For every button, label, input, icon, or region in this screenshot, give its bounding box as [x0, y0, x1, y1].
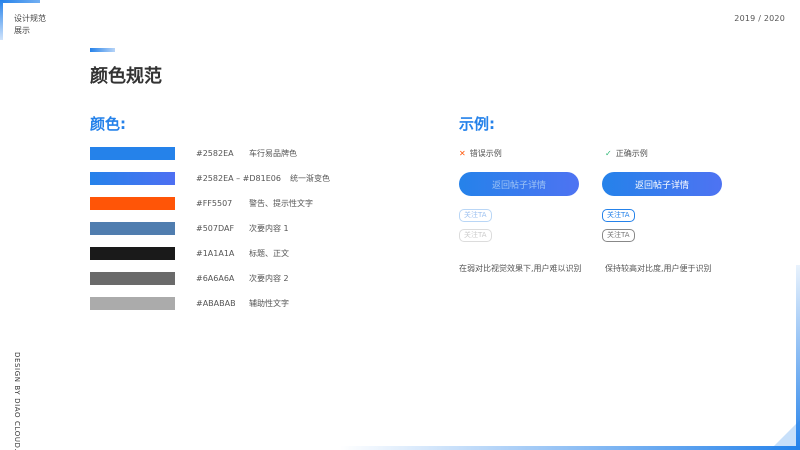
follow-tag-strong-blue[interactable]: 关注TA [602, 209, 635, 222]
wrong-example-note: 在弱对比视觉效果下,用户难以识别 [459, 264, 582, 273]
color-swatch [90, 297, 175, 310]
color-row: #6A6A6A 次要内容 2 [90, 272, 289, 285]
color-row: #2582EA 车行易品牌色 [90, 147, 297, 160]
header-year: 2019 / 2020 [734, 14, 785, 23]
color-swatch [90, 247, 175, 260]
back-to-post-button-strong[interactable]: 返回帖子详情 [602, 172, 722, 196]
color-swatch [90, 197, 175, 210]
header-title-line1: 设计规范 [14, 14, 46, 23]
color-hex: #FF5507 [196, 199, 233, 208]
corner-accent-top [0, 0, 40, 3]
color-hex: #507DAF [196, 224, 235, 233]
examples-section-title: 示例: [459, 115, 495, 133]
right-example-note: 保持较高对比度,用户便于识别 [605, 264, 712, 273]
colors-section-title: 颜色: [90, 115, 126, 133]
corner-accent-bottom [340, 446, 800, 450]
color-row: #ABABAB 辅助性文字 [90, 297, 289, 310]
corner-accent-right [796, 265, 800, 450]
color-hex: #ABABAB [196, 299, 236, 308]
color-hex: #6A6A6A [196, 274, 235, 283]
color-row: #FF5507 警告、提示性文字 [90, 197, 313, 210]
cross-icon: ✕ [459, 149, 466, 158]
corner-triangle [770, 420, 800, 450]
color-usage: 警告、提示性文字 [249, 199, 313, 208]
color-row: #1A1A1A 标题、正文 [90, 247, 289, 260]
check-icon: ✓ [605, 149, 612, 158]
color-usage: 次要内容 1 [249, 224, 289, 233]
color-swatch [90, 272, 175, 285]
color-swatch [90, 147, 175, 160]
color-hex: #2582EA – #D81E06 [196, 174, 281, 183]
color-hex: #1A1A1A [196, 249, 235, 258]
color-swatch [90, 172, 175, 185]
right-example-text: 正确示例 [615, 149, 648, 158]
right-example-label: ✓ 正确示例 [605, 148, 648, 159]
color-usage: 统一渐变色 [290, 174, 330, 183]
page-title: 颜色规范 [90, 66, 162, 87]
bottom-right-corner-decoration [340, 265, 800, 450]
color-row: #2582EA – #D81E06 统一渐变色 [90, 172, 330, 185]
color-usage: 辅助性文字 [249, 299, 289, 308]
color-swatch [90, 222, 175, 235]
color-row: #507DAF 次要内容 1 [90, 222, 289, 235]
back-to-post-button-weak[interactable]: 返回帖子详情 [459, 172, 579, 196]
follow-tag-strong-gray[interactable]: 关注TA [602, 229, 635, 242]
color-usage: 次要内容 2 [249, 274, 289, 283]
color-usage: 标题、正文 [249, 249, 289, 258]
corner-accent-left [0, 0, 3, 40]
wrong-example-label: ✕ 错误示例 [459, 148, 502, 159]
title-accent-bar [90, 48, 115, 52]
vertical-credit-text: DESIGN BY DIAO CLOUD. [13, 352, 21, 450]
header-title-line2: 展示 [14, 26, 30, 35]
wrong-example-text: 错误示例 [469, 149, 502, 158]
header-title: 设计规范 展示 [14, 13, 46, 37]
follow-tag-weak-gray[interactable]: 关注TA [459, 229, 492, 242]
follow-tag-weak-blue[interactable]: 关注TA [459, 209, 492, 222]
color-hex: #2582EA [196, 149, 234, 158]
color-usage: 车行易品牌色 [249, 149, 297, 158]
